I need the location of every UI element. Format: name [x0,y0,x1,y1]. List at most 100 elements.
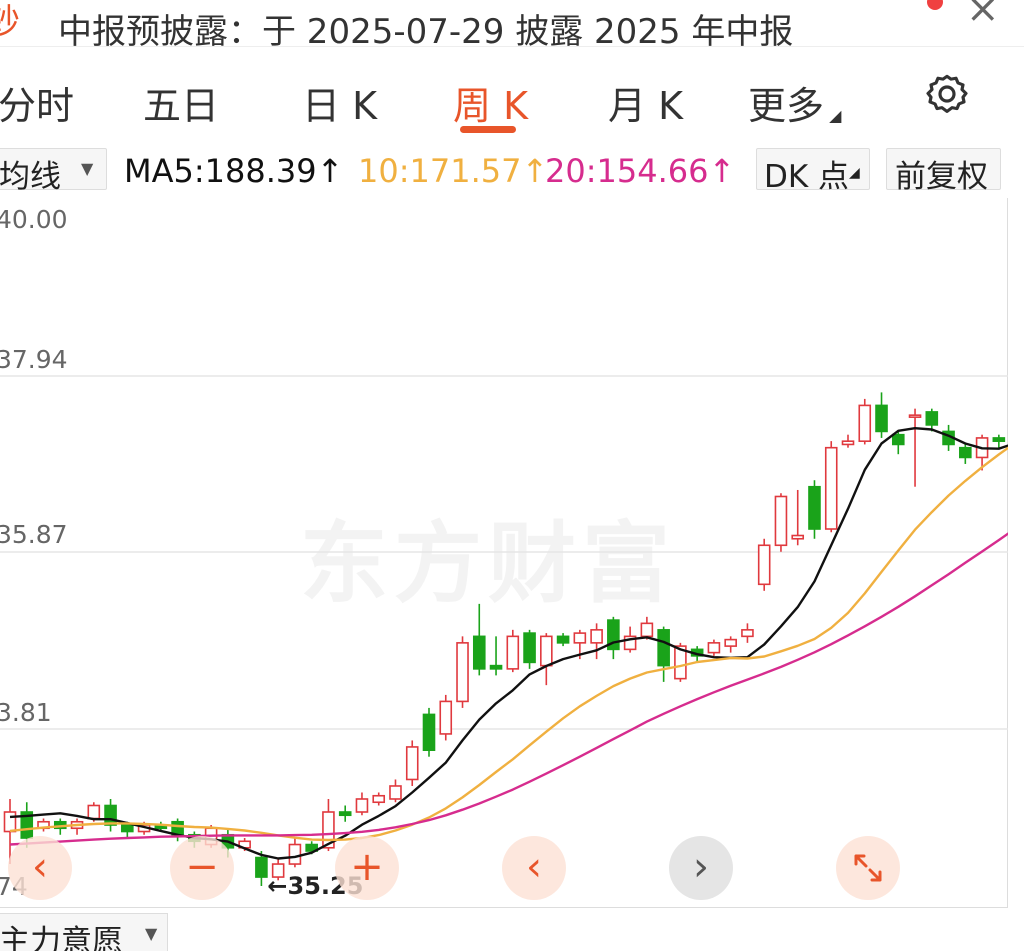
candle-body-down [808,485,821,530]
candle [959,444,972,464]
main-force-select[interactable]: 主力意愿 ▼ [0,913,168,951]
candle [540,633,553,686]
candle [389,779,402,803]
candle-body-down [891,433,905,446]
candle [372,792,386,806]
y-tick-label: 35.87 [0,520,68,549]
ma10-value: 10:171.57↑ [358,152,549,190]
candle [489,636,503,676]
chart-prev-control[interactable]: ‹ [8,836,72,900]
plus-icon: + [350,844,384,890]
candle-body-up [824,446,838,530]
candle [841,434,855,448]
candle-body-up [741,629,754,638]
tab-more-label: 更多 [748,84,825,128]
caret-down-icon: ▼ [145,924,158,943]
candle [590,623,603,660]
candle [37,818,50,832]
chart-zoom-out-control[interactable]: − [170,836,234,900]
candle-body-down [959,446,972,459]
tab-five-day[interactable]: 五日 [143,75,219,130]
candle-body-down [422,713,436,751]
indicator-bar: 均线 ▼ MA5:188.39↑ 10:171.57↑ 20:154.66↑ D… [0,142,1024,198]
candle [757,538,771,591]
candle [824,441,838,533]
gear-icon[interactable] [923,71,971,119]
kline-chart[interactable]: 东方财富 40.0037.9435.873.8174 240.00→←35.25… [0,198,1008,908]
candle-body-up [355,798,369,813]
chart-move-right-control[interactable]: › [669,836,733,900]
candle [707,639,721,656]
caret-down-icon: ◢ [824,106,842,125]
candle [858,398,872,445]
minus-icon: − [185,844,219,890]
y-tick-label: 37.94 [0,345,68,374]
candle-body-up [774,495,788,547]
tab-intraday[interactable]: 分时 [0,75,74,130]
candle-body-up [506,635,520,670]
candle-body-up [87,804,101,820]
unread-dot [927,0,943,10]
chevron-left-icon: ‹ [32,844,48,890]
candle-body-up [791,534,805,540]
candle [556,633,570,647]
candle-body-up [389,785,402,800]
adjust-button[interactable]: 前复权 [886,148,1001,195]
candle-body-up [707,642,721,654]
dk-point-button[interactable]: DK 点 ◢ [756,148,870,195]
candle [657,626,670,682]
candle-body-up [757,544,771,586]
caret-down-icon: ◢ [849,165,860,181]
candle-body-down [523,632,536,664]
ma20-value: 20:154.66↑ [545,152,736,190]
candle [724,636,737,653]
adjust-label: 前复权 [895,159,988,195]
candle [405,740,419,786]
candle-body-up [372,794,386,804]
candle [472,603,486,676]
candle [808,480,821,539]
candle-body-down [104,804,117,826]
chart-fullscreen-control[interactable] [836,836,900,900]
candle [607,616,620,660]
candle-body-down [489,664,503,670]
candle-body-down [992,437,1006,442]
candle-body-down [255,856,268,878]
candle [338,805,352,822]
tab-monthly-k[interactable]: 月 K [608,75,683,130]
candle [908,408,922,487]
tab-weekly-k[interactable]: 周 K [453,75,528,130]
tab-daily-k[interactable]: 日 K [302,75,377,130]
chart-zoom-in-control[interactable]: + [335,836,399,900]
candle [355,792,369,816]
candle-body-up [724,638,737,647]
tab-more[interactable]: 更多 ◢ [748,75,841,130]
candle [992,434,1006,448]
indicator-select-label: 均线 [0,159,61,195]
candle-body-up [288,843,302,865]
candle [422,707,436,757]
y-tick-label: 40.00 [0,205,68,234]
chevron-right-icon: › [693,844,709,890]
candle-body-down [338,811,352,817]
candle-body-up [573,632,587,644]
candle [439,694,453,741]
candle [791,489,805,546]
chart-move-left-control[interactable]: ‹ [502,836,566,900]
candlestick-svg: 40.0037.9435.873.8174 240.00→←35.25 [0,205,1008,901]
expand-icon [854,854,882,882]
candle [456,636,469,708]
candle-body-up [439,700,453,735]
y-tick-label: 3.81 [0,698,52,727]
candle-body-up [590,629,603,644]
caret-down-icon: ▼ [81,159,94,178]
candle-body-down [925,411,939,426]
indicator-select[interactable]: 均线 ▼ [0,148,107,195]
candle-body-up [908,414,922,418]
notice-bar[interactable]: 钞 中报预披露：于 2025-07-29 披露 2025 年中报 × [0,0,1024,52]
candle-body-up [540,635,553,667]
close-icon[interactable]: × [966,0,1000,32]
ma-line-ma10 [9,446,1008,842]
candle-body-down [875,404,888,433]
candle-body-up [841,440,855,446]
